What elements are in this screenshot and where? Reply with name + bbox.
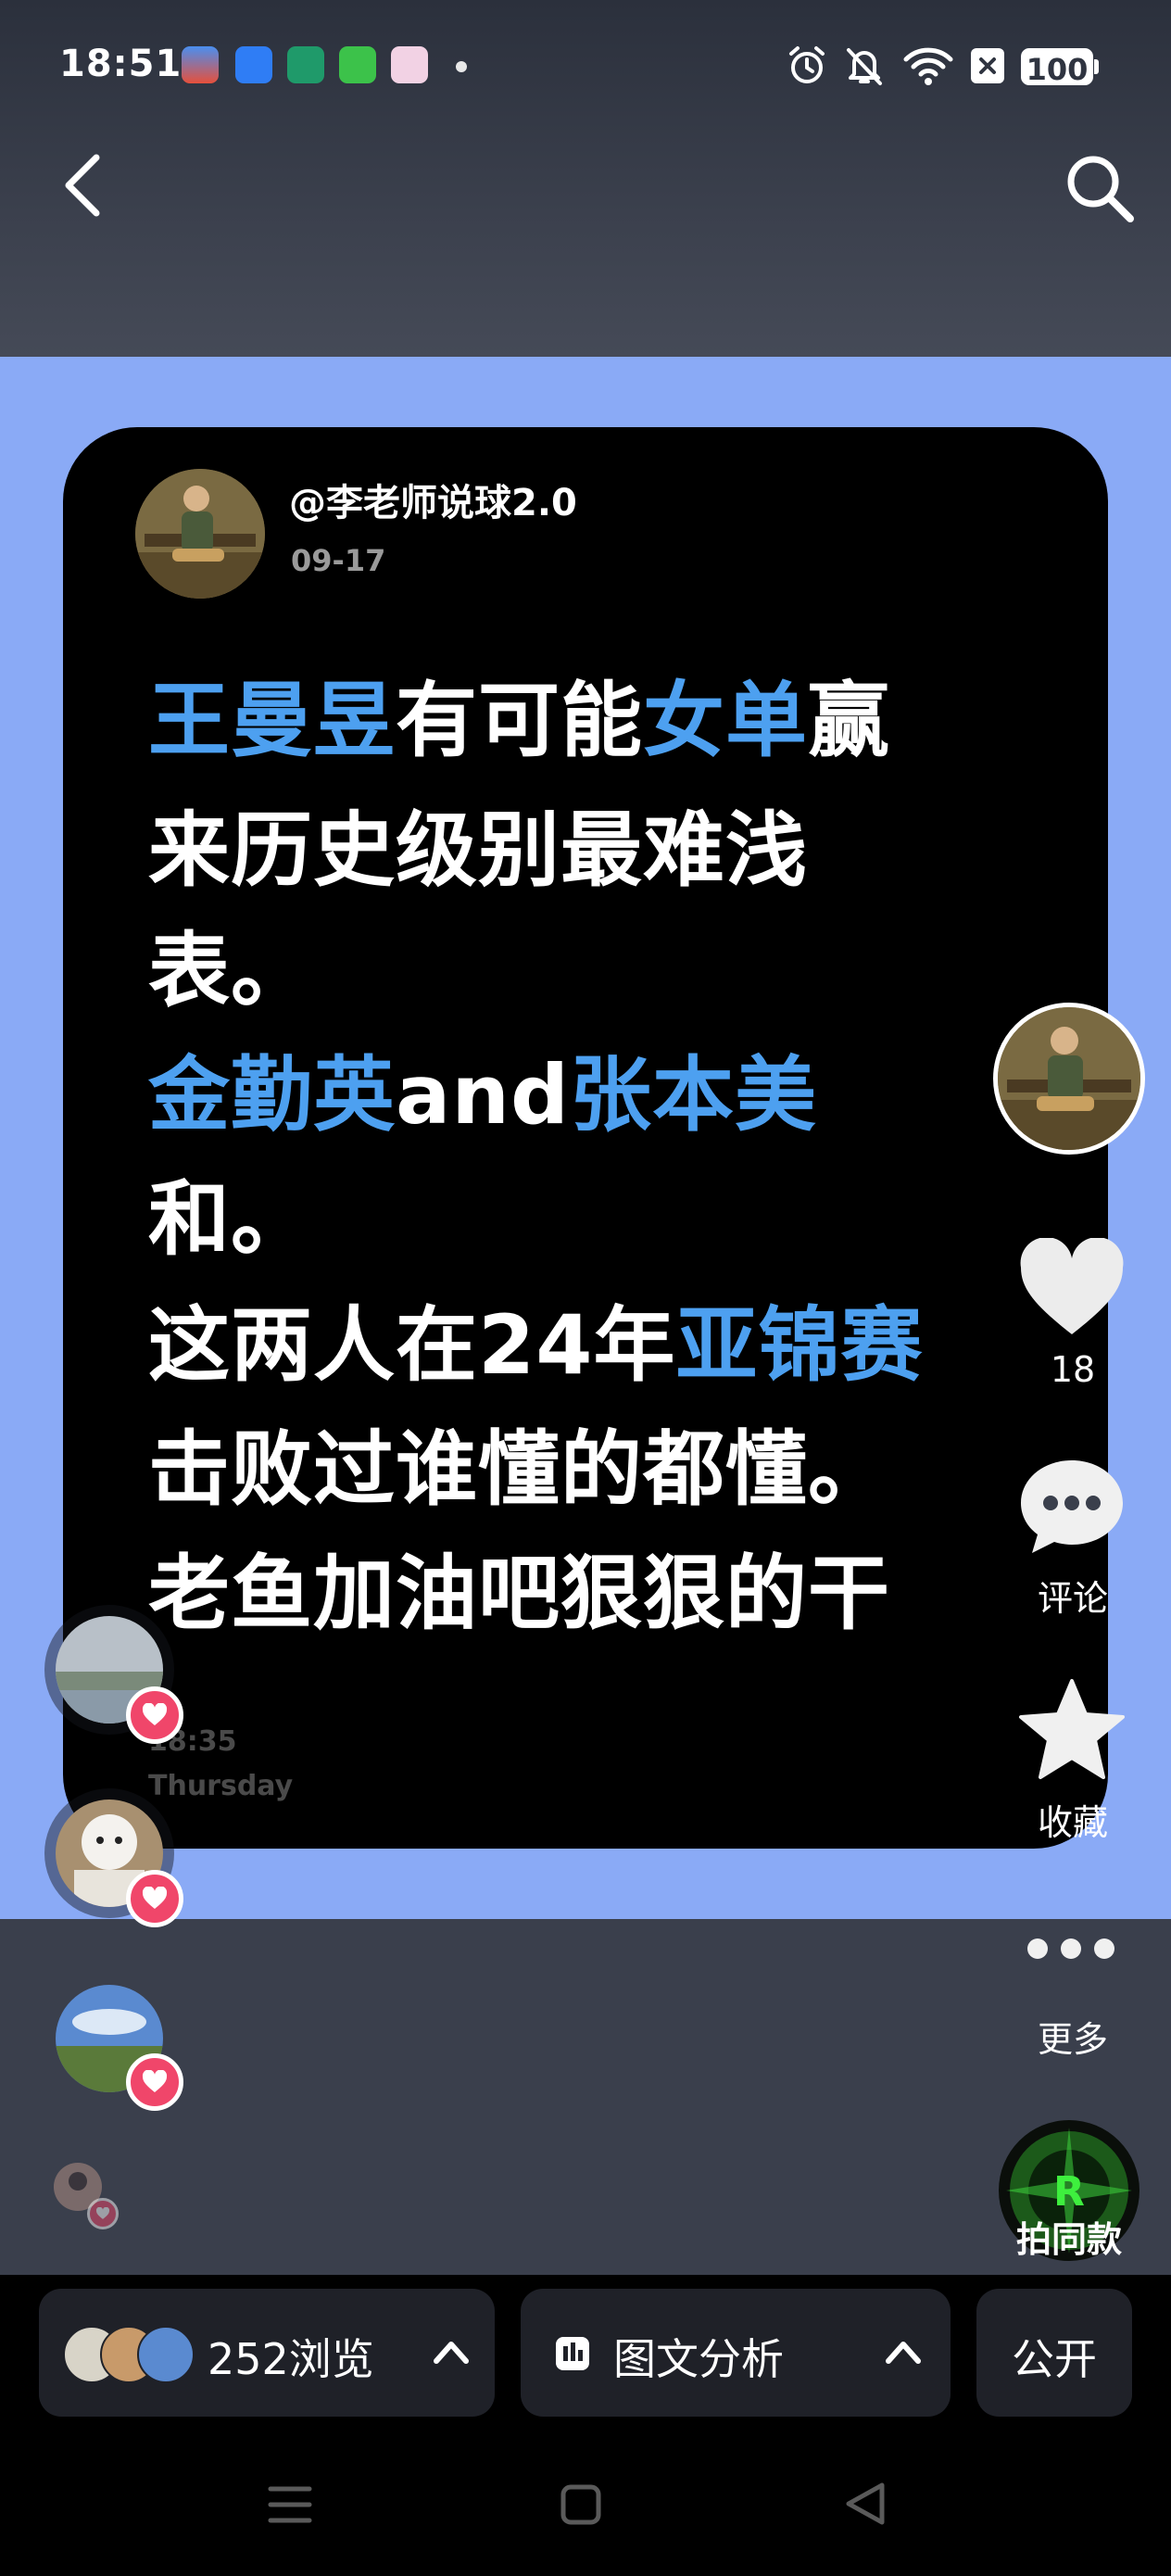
chevron-up-icon (434, 2342, 469, 2364)
post-text-segment: 有可能 (396, 673, 644, 768)
star-icon (1019, 1679, 1125, 1779)
like-button[interactable] (1017, 1238, 1127, 1340)
post-text-line: 来历史级别最难浅 (148, 804, 808, 897)
views-count: 252浏览 (208, 2334, 374, 2384)
heart-icon (142, 1703, 168, 1725)
views-button[interactable]: 252浏览 (39, 2289, 495, 2417)
battery-tip (1094, 59, 1099, 74)
highlighted-text: 女单 (643, 673, 809, 768)
liked-badge (126, 2053, 183, 2111)
analysis-chart-icon (556, 2337, 589, 2370)
favorite-label: 收藏 (1037, 1802, 1108, 1843)
highlighted-text: 金勤英 (148, 1047, 397, 1143)
heart-icon (142, 2070, 168, 2092)
heart-icon (1020, 1238, 1124, 1334)
wifi-icon (903, 47, 953, 85)
post-text-line: 王曼昱有可能女单赢 (148, 675, 890, 767)
author-avatar (135, 469, 265, 599)
viewer-thumbnails (63, 2326, 195, 2383)
comment-icon (1021, 1460, 1123, 1553)
highlighted-text: 王曼昱 (148, 673, 397, 768)
same-style-label: 拍同款 (1015, 2219, 1122, 2260)
creator-avatar[interactable] (993, 1003, 1145, 1155)
post-text-line: 表。 (148, 925, 313, 1017)
highlighted-text: 张本美 (570, 1047, 818, 1143)
mute-icon (847, 48, 882, 85)
post-text-segment: 老鱼加油吧狠狠的干 (148, 1546, 891, 1641)
post-text-segment: 来历史级别最难浅 (148, 802, 809, 898)
nav-home-button[interactable] (560, 2483, 602, 2526)
post-text-segment: 赢 (808, 673, 891, 768)
highlighted-text: 亚锦赛 (675, 1297, 924, 1393)
visibility-button[interactable]: 公开 (976, 2289, 1132, 2417)
home-icon (560, 2484, 601, 2525)
post-date: 09-17 (291, 543, 386, 578)
heart-icon (142, 1887, 168, 1909)
favorite-button[interactable] (1017, 1677, 1127, 1781)
card-day: Thursday (148, 1770, 294, 1802)
viewer-thumb (137, 2326, 195, 2383)
search-button[interactable] (1062, 150, 1136, 224)
post-text-line: 老鱼加油吧狠狠的干 (148, 1547, 890, 1640)
app-icon-4 (339, 46, 376, 83)
visibility-label: 公开 (1012, 2334, 1097, 2384)
more-notifications-icon (456, 61, 467, 72)
nav-menu-button[interactable] (267, 2483, 313, 2526)
status-time: 18:51 (59, 43, 183, 85)
post-text-line: 这两人在24年亚锦赛 (148, 1299, 923, 1392)
back-triangle-icon (846, 2482, 885, 2525)
menu-icon (268, 2486, 312, 2523)
heart-icon (95, 2207, 110, 2219)
sim-off-icon (971, 48, 1004, 83)
post-text-segment: 表。 (148, 923, 314, 1018)
post-text-line: 金勤英and张本美 (148, 1049, 817, 1142)
chevron-up-icon (886, 2342, 921, 2364)
more-label: 更多 (1037, 2019, 1108, 2060)
comment-label: 评论 (1037, 1578, 1108, 1619)
post-text-segment: 击败过谁懂的都懂。 (148, 1421, 891, 1517)
app-icon-3 (287, 46, 324, 83)
status-bar: 18:51 100 (0, 0, 1171, 139)
same-style-button[interactable]: R 拍同款 (995, 2116, 1143, 2265)
liked-badge (87, 2198, 119, 2229)
back-button[interactable] (56, 148, 111, 222)
post-text-line: 击败过谁懂的都懂。 (148, 1423, 890, 1516)
search-icon (1067, 156, 1134, 222)
comment-button[interactable] (1017, 1457, 1127, 1557)
app-icon-2 (235, 46, 272, 83)
more-dots-icon (1027, 1938, 1114, 1959)
liked-badge (126, 1686, 183, 1744)
analysis-button[interactable]: 图文分析 (521, 2289, 951, 2417)
post-text-segment: 这两人在24年 (148, 1297, 676, 1393)
app-icon-5 (391, 46, 428, 83)
post-text-line: 和。 (148, 1173, 313, 1266)
app-icon-1 (182, 46, 219, 83)
battery-icon: 100 (1021, 48, 1093, 87)
post-text-segment: and (396, 1047, 571, 1143)
liked-badge (126, 1870, 183, 1927)
analysis-label: 图文分析 (613, 2334, 784, 2384)
chevron-left-icon (65, 154, 100, 217)
like-count: 18 (1050, 1349, 1096, 1390)
author-name: @李老师说球2.0 (289, 482, 577, 524)
more-button[interactable] (1023, 1935, 1119, 1963)
svg-text:R: R (1053, 2168, 1085, 2216)
nav-back-button[interactable] (843, 2480, 888, 2528)
alarm-icon (789, 46, 825, 83)
post-text-segment: 和。 (148, 1171, 314, 1267)
